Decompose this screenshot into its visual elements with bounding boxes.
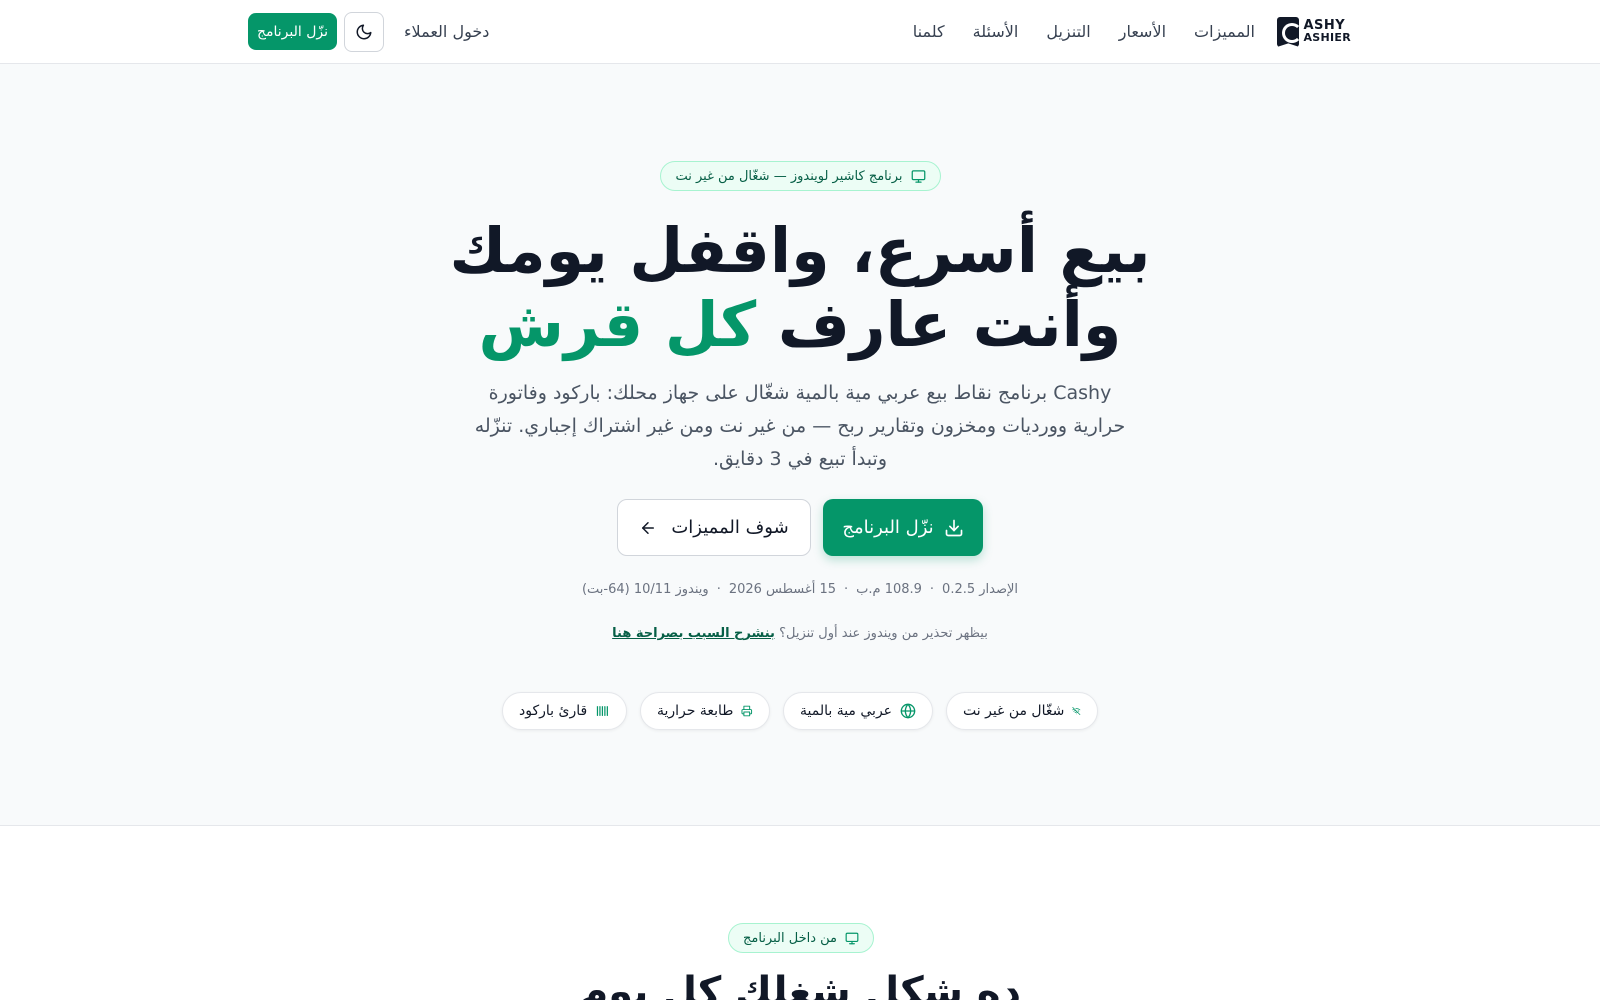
meta-version: الإصدار 0.2.5 (942, 582, 1019, 597)
hero-badge-text: برنامج كاشير لويندوز — شغّال من غير نت (675, 168, 903, 184)
meta-os: ويندوز 10/11 (64-بت) (581, 582, 709, 597)
moon-icon (356, 24, 372, 40)
arrow-left-icon (642, 521, 655, 534)
nav-download[interactable]: التنزيل (1046, 20, 1090, 44)
printer-icon (741, 705, 753, 717)
nav-contact[interactable]: كلمنا (913, 20, 945, 44)
chip-printer: طابعة حرارية (640, 692, 770, 730)
view-features-button[interactable]: شوف المميزات (617, 499, 811, 556)
chip-label: طابعة حرارية (657, 703, 734, 719)
theme-toggle-button[interactable] (344, 12, 384, 52)
warning-text: بيظهر تحذير من ويندوز عند أول تنزيل؟ (779, 626, 988, 641)
download-button[interactable]: نزّل البرنامج (823, 499, 983, 556)
chip-offline: شغّال من غير نت (946, 692, 1098, 730)
meta-date: 15 أغسطس 2026 (728, 582, 836, 597)
inside-app-badge: من داخل البرنامج (728, 923, 874, 953)
chip-label: عربي مية بالمية (800, 703, 893, 719)
hero-title-highlight: كل قرش (478, 288, 757, 361)
header-download-button[interactable]: نزّل البرنامج (248, 13, 337, 50)
monitor-icon (911, 169, 925, 183)
barcode-icon (597, 706, 609, 716)
nav-features[interactable]: المميزات (1194, 20, 1255, 44)
inside-app-badge-text: من داخل البرنامج (743, 930, 838, 946)
windows-warning: بيظهر تحذير من ويندوز عند أول تنزيل؟ بنش… (540, 624, 1060, 644)
globe-icon (900, 703, 916, 719)
meta-size: 108.9 م.ب (856, 582, 922, 597)
chip-barcode: قارئ باركود (502, 692, 627, 730)
chip-arabic: عربي مية بالمية (783, 692, 933, 730)
hero-title: بيع أسرع، واقفل يومك وأنت عارف كل قرش (400, 214, 1200, 362)
view-features-label: شوف المميزات (671, 517, 789, 538)
nav-faq[interactable]: الأسئلة (973, 20, 1019, 44)
monitor-icon (845, 932, 859, 944)
logo[interactable]: ASHY ASHIER (1277, 15, 1351, 49)
site-header: ASHY ASHIER المميزات الأسعار التنزيل الأ… (0, 0, 1600, 64)
chip-label: قارئ باركود (519, 703, 588, 719)
warning-explain-link[interactable]: بنشرح السبب بصراحة هنا (612, 626, 775, 641)
hero-title-line1: بيع أسرع، واقفل يومك (449, 214, 1151, 287)
chip-label: شغّال من غير نت (963, 703, 1065, 719)
feature-chips: شغّال من غير نت عربي مية بالمية طابعة حر… (502, 692, 1098, 730)
customer-login-link[interactable]: دخول العملاء (404, 20, 489, 44)
release-meta: الإصدار 0.2.5·108.9 م.ب·15 أغسطس 2026·وي… (581, 582, 1019, 597)
hero-badge: برنامج كاشير لويندوز — شغّال من غير نت (660, 161, 941, 191)
nav-pricing[interactable]: الأسعار (1119, 20, 1166, 44)
hero-description: Cashy برنامج نقاط بيع عربي مية بالمية شغ… (474, 382, 1126, 470)
inside-app-title: ده شكل شغلك كل يوم (578, 969, 1021, 1000)
download-icon (945, 519, 963, 536)
logo-line2: ASHIER (1303, 31, 1351, 44)
download-button-label: نزّل البرنامج (842, 517, 934, 538)
hero-title-line2-prefix: وأنت عارف (777, 288, 1122, 361)
wifi-off-icon (1072, 707, 1081, 715)
cashy-logo-icon (1277, 17, 1300, 47)
main-nav: المميزات الأسعار التنزيل الأسئلة كلمنا (913, 20, 1255, 44)
